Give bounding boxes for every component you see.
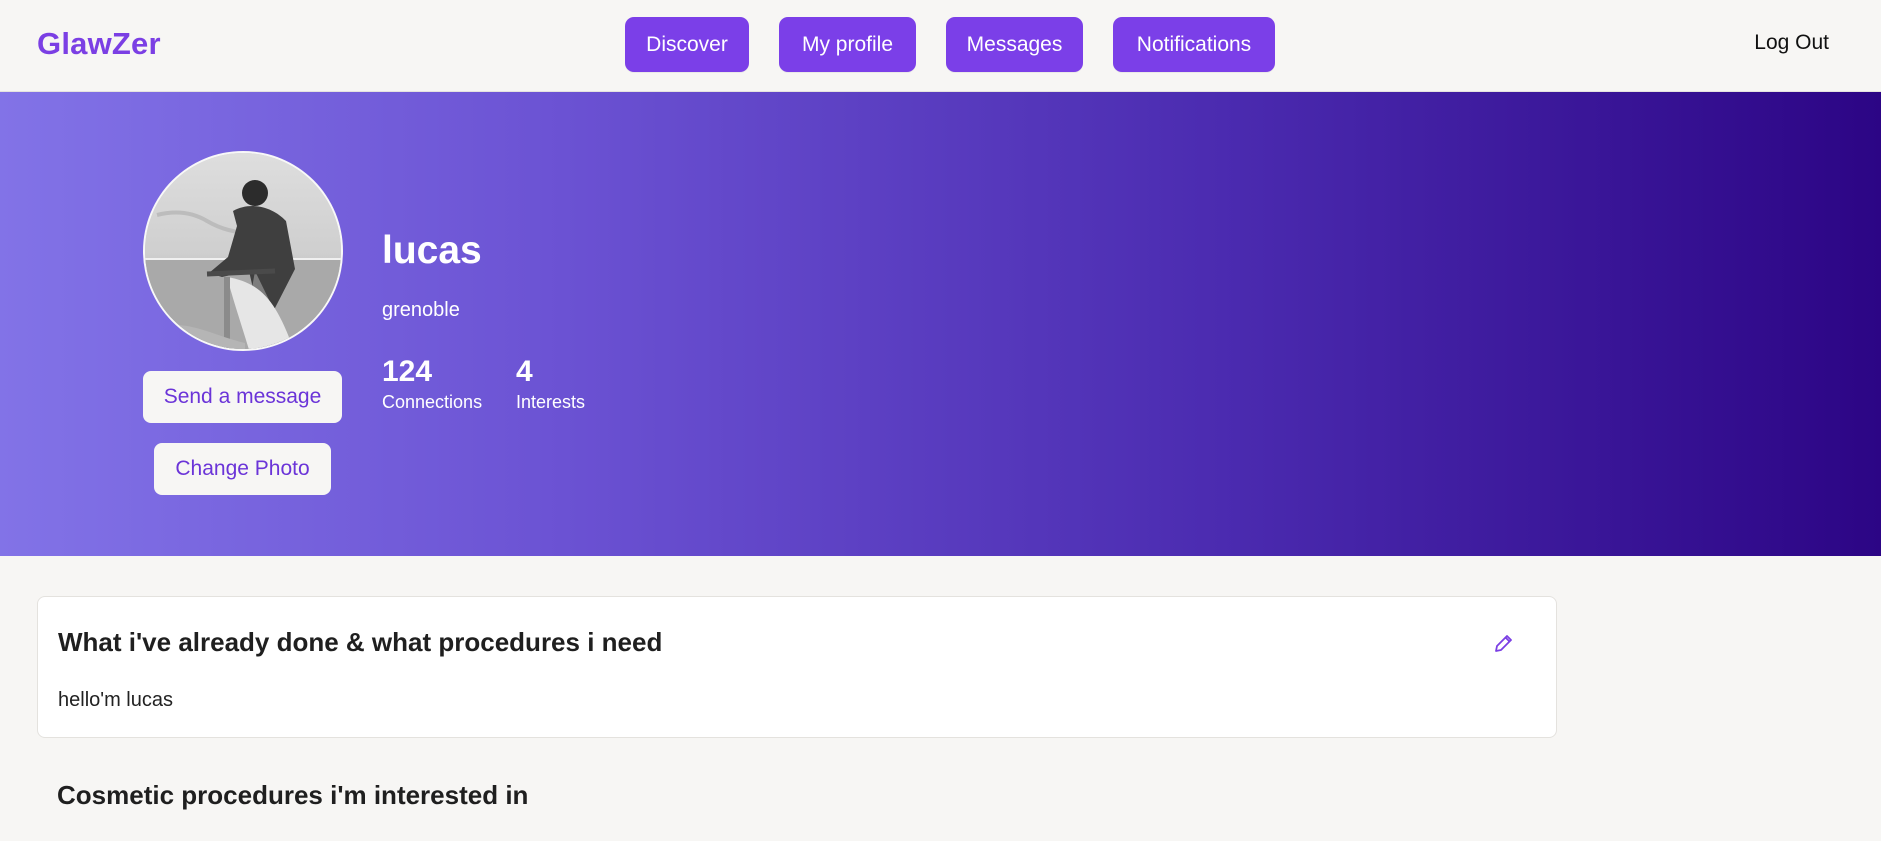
connections-stat: 124 Connections — [382, 354, 482, 414]
interests-count: 4 — [516, 355, 533, 388]
nav-discover-button[interactable]: Discover — [625, 17, 749, 72]
interests-section-title: Cosmetic procedures i'm interested in — [57, 780, 529, 810]
profile-avatar — [143, 151, 343, 351]
profile-name: lucas — [382, 229, 482, 272]
connections-count: 124 — [382, 355, 433, 388]
profile-photo-icon — [145, 153, 341, 349]
procedures-card-title: What i've already done & what procedures… — [58, 627, 663, 657]
nav-messages-button[interactable]: Messages — [946, 17, 1083, 72]
connections-label: Connections — [382, 392, 483, 412]
procedures-card: What i've already done & what procedures… — [37, 596, 1557, 738]
main-nav: Discover My profile Messages Notificatio… — [0, 17, 1881, 73]
nav-notifications-button[interactable]: Notifications — [1113, 17, 1275, 72]
interests-label: Interests — [516, 392, 586, 412]
top-navigation-bar: GlawZer Discover My profile Messages Not… — [0, 0, 1881, 92]
logout-link[interactable]: Log Out — [1754, 31, 1829, 55]
interests-stat: 4 Interests — [516, 354, 585, 414]
profile-hero: Send a message Change Photo lucas grenob… — [0, 92, 1881, 556]
change-photo-button[interactable]: Change Photo — [154, 443, 331, 495]
nav-my-profile-button[interactable]: My profile — [779, 17, 916, 72]
send-message-button[interactable]: Send a message — [143, 371, 342, 423]
procedures-card-text: hello'm lucas — [58, 689, 173, 711]
pencil-icon[interactable] — [1492, 631, 1516, 655]
profile-location: grenoble — [382, 299, 460, 321]
